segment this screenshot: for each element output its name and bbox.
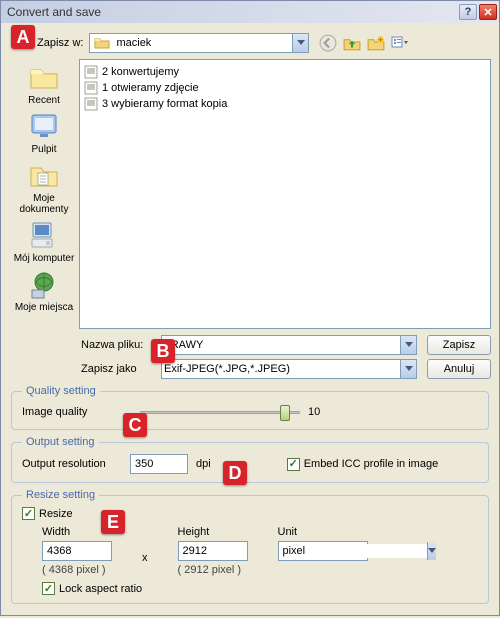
output-resolution-label: Output resolution bbox=[22, 458, 122, 470]
quality-value: 10 bbox=[308, 406, 320, 418]
resize-legend: Resize setting bbox=[22, 489, 99, 501]
view-menu-button[interactable] bbox=[391, 34, 409, 52]
quality-slider[interactable] bbox=[140, 403, 300, 421]
folder-icon bbox=[94, 35, 110, 51]
quality-setting-group: Quality setting C Image quality 10 bbox=[11, 385, 489, 430]
sidebar-item-network[interactable]: Moje miejsca bbox=[10, 268, 78, 313]
back-arrow-icon bbox=[319, 34, 337, 52]
height-pixel-text: ( 2912 pixel ) bbox=[178, 564, 248, 576]
help-button[interactable]: ? bbox=[459, 4, 477, 20]
save-in-label: Zapisz w: bbox=[37, 37, 83, 49]
height-input[interactable] bbox=[178, 541, 248, 561]
sidebar-item-recent[interactable]: Recent bbox=[10, 61, 78, 106]
output-legend: Output setting bbox=[22, 436, 99, 448]
annotation-b: B bbox=[151, 339, 175, 363]
filename-dropdown-button[interactable] bbox=[400, 336, 416, 354]
list-item-label: 3 wybieramy format kopia bbox=[102, 98, 227, 110]
new-folder-icon bbox=[367, 34, 385, 52]
filename-combo[interactable] bbox=[161, 335, 417, 355]
file-icon bbox=[84, 65, 98, 79]
back-button[interactable] bbox=[319, 34, 337, 52]
unit-input[interactable] bbox=[279, 544, 427, 558]
cancel-button[interactable]: Anuluj bbox=[427, 359, 491, 379]
file-icon bbox=[84, 81, 98, 95]
up-folder-button[interactable] bbox=[343, 34, 361, 52]
sidebar-item-desktop[interactable]: Pulpit bbox=[10, 110, 78, 155]
chevron-down-icon bbox=[297, 40, 305, 46]
unit-select[interactable] bbox=[278, 541, 368, 561]
output-setting-group: Output setting D Output resolution dpi ✓… bbox=[11, 436, 489, 483]
embed-icc-checkbox[interactable]: ✓ Embed ICC profile in image bbox=[287, 458, 439, 471]
annotation-d: D bbox=[223, 461, 247, 485]
sidebar-item-label: Mój komputer bbox=[14, 253, 75, 264]
list-item[interactable]: 1 otwieramy zdjęcie bbox=[84, 80, 486, 96]
width-input[interactable] bbox=[42, 541, 112, 561]
desktop-icon bbox=[28, 110, 60, 142]
filename-label: Nazwa pliku: bbox=[81, 339, 161, 351]
dpi-label: dpi bbox=[196, 458, 211, 470]
unit-label: Unit bbox=[278, 526, 368, 538]
resize-label: Resize bbox=[39, 508, 73, 520]
resize-checkbox[interactable]: ✓ Resize bbox=[22, 507, 478, 520]
list-item-label: 1 otwieramy zdjęcie bbox=[102, 82, 199, 94]
quality-legend: Quality setting bbox=[22, 385, 100, 397]
list-item[interactable]: 2 konwertujemy bbox=[84, 64, 486, 80]
recent-folder-icon bbox=[28, 61, 60, 93]
save-in-input[interactable] bbox=[114, 34, 292, 52]
saveas-label: Zapisz jako bbox=[81, 363, 161, 375]
width-pixel-text: ( 4368 pixel ) bbox=[42, 564, 112, 576]
new-folder-button[interactable] bbox=[367, 34, 385, 52]
annotation-c: C bbox=[123, 413, 147, 437]
chevron-down-icon bbox=[428, 548, 436, 554]
slider-thumb[interactable] bbox=[280, 405, 290, 421]
sidebar-item-computer[interactable]: Mój komputer bbox=[10, 219, 78, 264]
sidebar-item-label: Moje miejsca bbox=[15, 302, 73, 313]
embed-icc-label: Embed ICC profile in image bbox=[304, 458, 439, 470]
network-icon bbox=[28, 268, 60, 300]
height-label: Height bbox=[178, 526, 248, 538]
sidebar-item-label: Recent bbox=[28, 95, 60, 106]
file-icon bbox=[84, 97, 98, 111]
documents-icon bbox=[28, 159, 60, 191]
sidebar-item-documents[interactable]: Moje dokumenty bbox=[10, 159, 78, 215]
annotation-a: A bbox=[11, 25, 35, 49]
chevron-down-icon bbox=[405, 342, 413, 348]
lock-aspect-label: Lock aspect ratio bbox=[59, 583, 142, 595]
unit-dropdown-button[interactable] bbox=[427, 542, 436, 560]
saveas-dropdown-button[interactable] bbox=[400, 360, 416, 378]
close-button[interactable]: ✕ bbox=[479, 4, 497, 20]
lock-aspect-checkbox[interactable]: ✓ Lock aspect ratio bbox=[42, 582, 478, 595]
computer-icon bbox=[28, 219, 60, 251]
image-quality-label: Image quality bbox=[22, 406, 132, 418]
save-in-combo[interactable] bbox=[89, 33, 309, 53]
output-resolution-input[interactable] bbox=[130, 454, 188, 474]
list-item-label: 2 konwertujemy bbox=[102, 66, 179, 78]
sidebar-item-label: Pulpit bbox=[31, 144, 56, 155]
chevron-down-icon bbox=[405, 366, 413, 372]
saveas-input[interactable] bbox=[162, 360, 400, 378]
filename-input[interactable] bbox=[162, 336, 400, 354]
annotation-e: E bbox=[101, 510, 125, 534]
view-menu-icon bbox=[391, 35, 409, 51]
sidebar-item-label: Moje dokumenty bbox=[10, 193, 78, 215]
saveas-combo[interactable] bbox=[161, 359, 417, 379]
dimension-separator: x bbox=[142, 552, 148, 564]
file-list[interactable]: 2 konwertujemy 1 otwieramy zdjęcie 3 wyb… bbox=[79, 59, 491, 329]
up-folder-icon bbox=[343, 34, 361, 52]
save-button[interactable]: Zapisz bbox=[427, 335, 491, 355]
save-in-dropdown-button[interactable] bbox=[292, 34, 308, 52]
window-title: Convert and save bbox=[7, 5, 457, 19]
resize-setting-group: Resize setting E ✓ Resize Width ( 4368 p… bbox=[11, 489, 489, 604]
slider-track bbox=[140, 411, 300, 414]
list-item[interactable]: 3 wybieramy format kopia bbox=[84, 96, 486, 112]
